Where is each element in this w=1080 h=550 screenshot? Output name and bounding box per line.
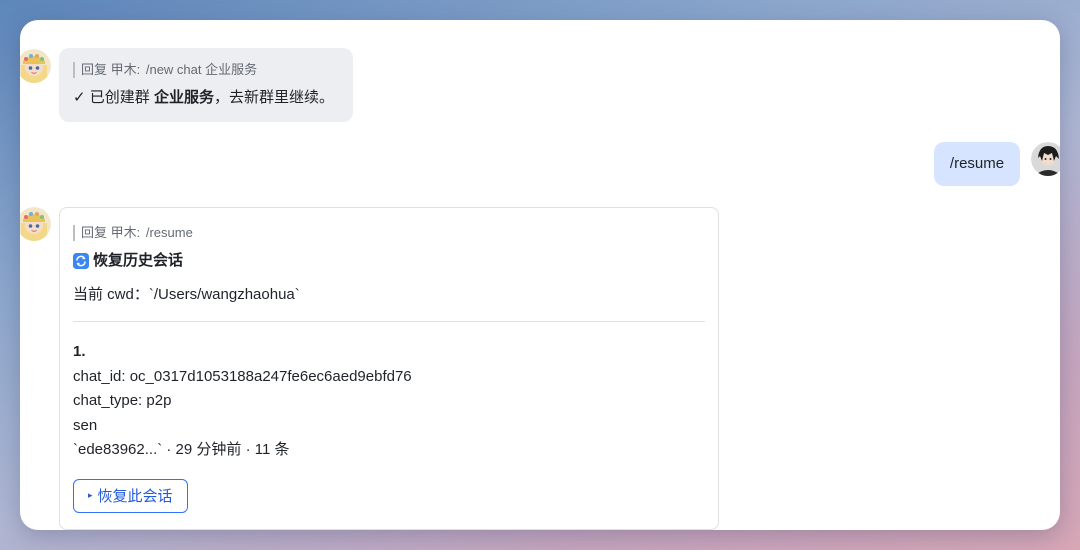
message-text: ✓ 已创建群 企业服务，去新群里继续。 bbox=[73, 88, 339, 108]
reply-quote-text: /new chat 企业服务 bbox=[145, 62, 258, 77]
bot-avatar-icon bbox=[20, 49, 51, 83]
reply-quote-label: 回复 甲木: bbox=[81, 225, 141, 240]
group-name: 企业服务 bbox=[153, 89, 214, 106]
divider bbox=[73, 321, 705, 322]
user-avatar[interactable] bbox=[1031, 142, 1060, 176]
bot-avatar-icon bbox=[20, 207, 51, 241]
session-entry: 1. chat_id: oc_0317d1053188a247fe6ec6aed… bbox=[73, 340, 705, 463]
chat-window: 回复 甲木: /new chat 企业服务 ✓ 已创建群 企业服务，去新群里继续… bbox=[20, 20, 1060, 530]
reply-quote-text: /resume bbox=[145, 225, 193, 240]
triangle-right-icon: ▸ bbox=[88, 490, 93, 500]
user-avatar-icon bbox=[1031, 142, 1060, 176]
message-text-after: ，去新群里继续。 bbox=[213, 89, 334, 106]
check-icon: ✓ bbox=[73, 89, 86, 106]
user-message-text: /resume bbox=[949, 155, 1005, 172]
bot-avatar[interactable] bbox=[20, 207, 51, 241]
resume-session-button[interactable]: ▸ 恢复此会话 bbox=[73, 478, 188, 513]
bot-message-card: 回复 甲木: /resume 恢复历史会话 当前 cwd：`/Users/wan… bbox=[59, 207, 719, 530]
message-text-before: 已创建群 bbox=[89, 89, 150, 106]
reply-quote: 回复 甲木: /new chat 企业服务 bbox=[73, 62, 339, 78]
entry-chat-id: chat_id: oc_0317d1053188a247fe6ec6aed9eb… bbox=[73, 367, 412, 385]
entry-chat-type: chat_type: p2p bbox=[73, 392, 172, 409]
user-message-bubble: /resume bbox=[934, 142, 1020, 186]
entry-name: sen bbox=[73, 416, 98, 434]
reply-quote: 回复 甲木: /resume bbox=[73, 225, 705, 241]
entry-meta: `ede83962...` · 29 分钟前 · 11 条 bbox=[73, 441, 290, 458]
bot-avatar[interactable] bbox=[20, 49, 51, 83]
reply-quote-label: 回复 甲木: bbox=[81, 62, 141, 77]
bot-message-bubble: 回复 甲木: /new chat 企业服务 ✓ 已创建群 企业服务，去新群里继续… bbox=[59, 48, 353, 122]
reload-icon bbox=[73, 253, 89, 269]
card-title-text: 恢复历史会话 bbox=[93, 252, 184, 269]
entry-index: 1. bbox=[73, 343, 86, 360]
card-title: 恢复历史会话 bbox=[73, 251, 705, 271]
resume-session-button-label: 恢复此会话 bbox=[97, 488, 173, 505]
cwd-line: 当前 cwd：`/Users/wangzhaohua` bbox=[73, 286, 300, 303]
